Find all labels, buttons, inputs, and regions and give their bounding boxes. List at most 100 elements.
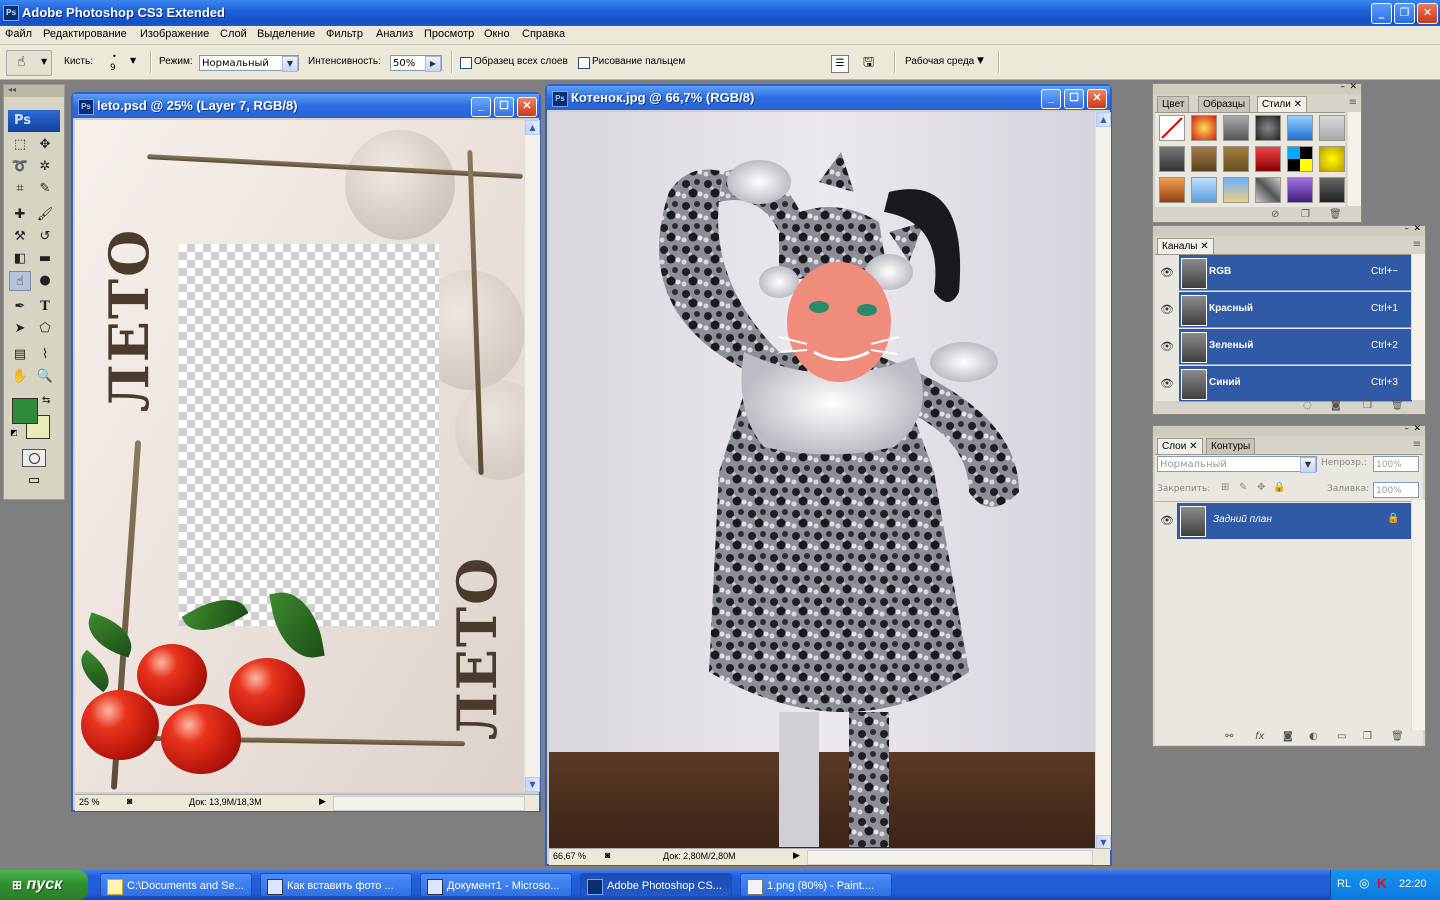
menu-file[interactable]: Файл [5, 28, 32, 40]
smudge-tool-icon[interactable]: ☝ [9, 271, 31, 291]
eye-icon[interactable]: 👁 [1157, 292, 1177, 327]
minimize-button[interactable]: _ [471, 97, 491, 117]
lock-all-icon[interactable]: 🔒 [1273, 482, 1285, 493]
notes-tool-icon[interactable]: ▤ [9, 345, 31, 365]
style-swatch[interactable] [1191, 146, 1217, 172]
link-layers-icon[interactable]: ⚯ [1225, 731, 1233, 742]
horizontal-scrollbar[interactable] [807, 850, 1093, 865]
task-photoshop[interactable]: Adobe Photoshop CS... [580, 873, 732, 897]
scroll-up-icon[interactable]: ▲ [525, 120, 540, 135]
lasso-tool-icon[interactable]: ➰ [9, 157, 31, 177]
style-swatch[interactable] [1319, 177, 1345, 203]
task-paint[interactable]: 1.png (80%) - Paint.... [740, 873, 892, 897]
transparent-photo-area[interactable] [179, 244, 439, 626]
lock-position-icon[interactable]: ✥ [1257, 482, 1265, 493]
task-explorer[interactable]: C:\Documents and Se... [100, 873, 252, 897]
healing-brush-icon[interactable]: ✚ [9, 205, 31, 225]
dodge-tool-icon[interactable]: ● [34, 271, 56, 291]
fx-icon[interactable]: fx [1255, 731, 1264, 742]
maximize-button[interactable]: ❐ [1394, 3, 1415, 24]
style-swatch[interactable] [1223, 115, 1249, 141]
style-swatch[interactable] [1159, 146, 1185, 172]
eye-icon[interactable]: 👁 [1157, 255, 1177, 290]
type-tool-icon[interactable]: T [34, 297, 56, 317]
collapse-icon[interactable]: – [1341, 82, 1346, 92]
shape-tool-icon[interactable]: ⬠ [34, 319, 56, 339]
load-selection-icon[interactable]: ◌ [1303, 400, 1312, 411]
strength-input[interactable]: 50% ▶ [390, 55, 442, 72]
tool-preset-picker[interactable]: ☝ ▼ [6, 50, 52, 76]
document-window-kitten[interactable]: Ps Котенок.jpg @ 66,7% (RGB/8) _ ☐ ✕ ▲ ▼… [545, 84, 1112, 866]
panel-header[interactable]: – ✕ [1153, 82, 1361, 94]
move-tool-icon[interactable]: ✥ [34, 135, 56, 155]
opacity-input[interactable]: 100% [1373, 456, 1419, 472]
style-swatch[interactable] [1319, 146, 1345, 172]
clear-style-icon[interactable]: ⊘ [1271, 209, 1279, 220]
menu-help[interactable]: Справка [522, 28, 565, 40]
brush-tool-icon[interactable]: 🖌 [34, 205, 56, 225]
fill-input[interactable]: 100% [1373, 482, 1419, 498]
panel-menu-icon[interactable]: ≡ [1413, 439, 1421, 450]
minimize-button[interactable]: _ [1041, 89, 1061, 109]
style-swatch[interactable] [1287, 177, 1313, 203]
panel-menu-icon[interactable]: ≡ [1349, 97, 1357, 108]
trash-icon[interactable]: 🗑 [1391, 400, 1404, 411]
eye-icon[interactable]: 👁 [1157, 366, 1177, 401]
default-colors-icon[interactable]: ◩ [10, 428, 18, 437]
style-swatch[interactable] [1191, 115, 1217, 141]
vertical-scrollbar[interactable]: ▲ ▼ [1095, 112, 1111, 850]
style-swatch[interactable] [1287, 115, 1313, 141]
new-group-icon[interactable]: ▭ [1337, 731, 1346, 742]
style-swatch[interactable] [1319, 115, 1345, 141]
blend-mode-select[interactable]: Нормальный ▼ [1157, 456, 1317, 473]
zoom-level[interactable]: 25 % [79, 797, 100, 807]
vertical-scrollbar[interactable] [1411, 254, 1425, 400]
vertical-scrollbar[interactable]: ▲ ▼ [524, 120, 540, 792]
lock-transparency-icon[interactable]: ⊞ [1221, 482, 1229, 493]
menu-edit[interactable]: Редактирование [43, 28, 127, 40]
panel-header[interactable]: – ✕ [1153, 224, 1425, 236]
menu-layer[interactable]: Слой [220, 28, 247, 40]
task-word-document1[interactable]: Документ1 - Microso... [420, 873, 572, 897]
panel-menu-icon[interactable]: ≡ [1413, 239, 1421, 250]
collapse-icon[interactable]: ◂◂ [8, 85, 16, 94]
style-swatch-none[interactable] [1159, 115, 1185, 141]
menu-view[interactable]: Просмотр [424, 28, 474, 40]
hand-tool-icon[interactable]: ✋ [9, 367, 31, 387]
vertical-scrollbar[interactable] [1411, 500, 1425, 730]
history-brush-icon[interactable]: ↺ [34, 227, 56, 247]
collapse-icon[interactable]: – [1405, 424, 1410, 434]
slice-tool-icon[interactable]: ✎ [34, 179, 56, 199]
bridge-icon[interactable]: 🖫 [863, 53, 887, 73]
zoom-tool-icon[interactable]: 🔍 [34, 367, 56, 387]
layer-row-background[interactable]: 👁 Задний план 🔒 [1155, 501, 1411, 540]
chevron-right-icon[interactable]: ▶ [425, 56, 441, 72]
document-window-leto[interactable]: Ps leto.psd @ 25% (Layer 7, RGB/8) _ ☐ ✕… [71, 92, 541, 812]
style-swatch[interactable] [1255, 146, 1281, 172]
layer-mask-icon[interactable]: ◙ [1283, 731, 1293, 742]
document-title-bar[interactable]: Ps leto.psd @ 25% (Layer 7, RGB/8) _ ☐ ✕ [73, 94, 539, 118]
style-swatch[interactable] [1255, 115, 1281, 141]
new-layer-icon[interactable]: ❐ [1363, 731, 1372, 742]
tab-paths[interactable]: Контуры [1206, 438, 1256, 454]
layer-name[interactable]: Задний план [1213, 514, 1272, 525]
style-swatch[interactable] [1159, 177, 1185, 203]
style-swatch[interactable] [1191, 177, 1217, 203]
mode-select[interactable]: Нормальный ▼ [199, 55, 299, 72]
trash-icon[interactable]: 🗑 [1329, 209, 1342, 220]
tab-color[interactable]: Цвет [1157, 96, 1190, 112]
panel-header[interactable]: – ✕ [1153, 424, 1425, 436]
style-swatch[interactable] [1223, 177, 1249, 203]
menu-window[interactable]: Окно [484, 28, 510, 40]
workspace-menu[interactable]: Рабочая среда [905, 56, 974, 67]
tab-layers[interactable]: Слои ✕ [1157, 438, 1203, 454]
close-button[interactable]: ✕ [1087, 89, 1107, 109]
style-swatch[interactable] [1255, 177, 1281, 203]
magic-wand-icon[interactable]: ✲ [34, 157, 56, 177]
stamp-tool-icon[interactable]: ⚒ [9, 227, 31, 247]
crop-tool-icon[interactable]: ⌗ [9, 179, 31, 199]
tab-swatches[interactable]: Образцы [1198, 96, 1251, 112]
maximize-button[interactable]: ☐ [494, 97, 514, 117]
screen-mode-icon[interactable]: ▭ [22, 473, 46, 489]
status-arrow-icon[interactable]: ▶ [319, 796, 326, 807]
